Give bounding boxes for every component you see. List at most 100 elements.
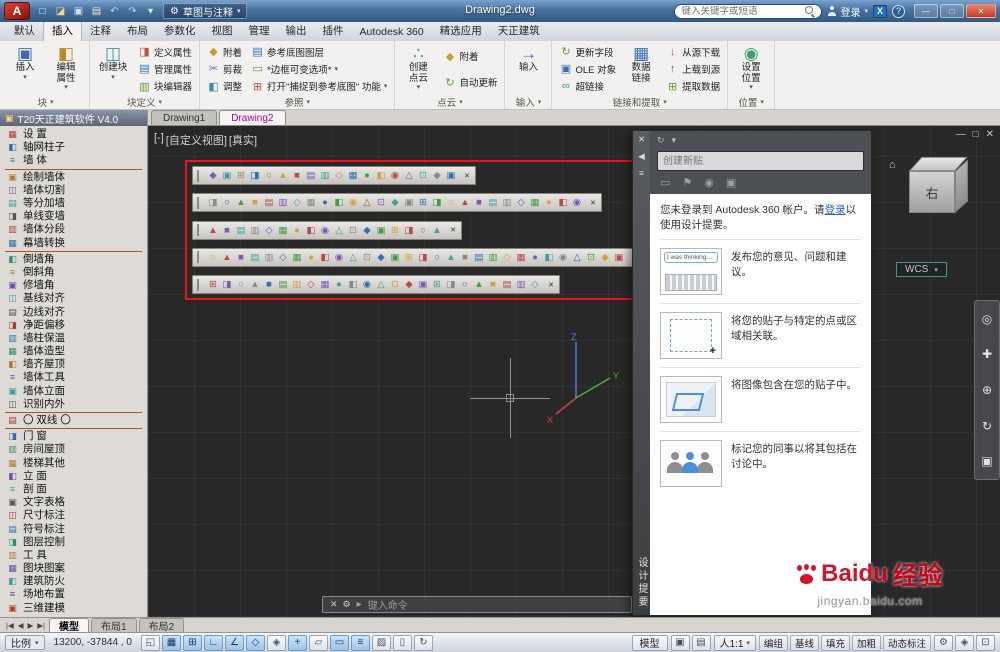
- ribbon-button[interactable]: ▤参考底图图层: [249, 43, 389, 60]
- showmotion-icon[interactable]: ▣: [981, 454, 992, 468]
- cad-tool-button[interactable]: ◇: [528, 277, 542, 292]
- sidebar-item[interactable]: ◨净距偏移: [0, 319, 147, 332]
- ribbon-tab[interactable]: 注释: [82, 20, 119, 41]
- toolbar-close-icon[interactable]: ✕: [447, 224, 459, 236]
- cad-tool-button[interactable]: ◧: [318, 250, 332, 265]
- cad-tool-button[interactable]: ▣: [402, 195, 416, 210]
- cad-tool-button[interactable]: ⊡: [388, 277, 402, 292]
- sidebar-item[interactable]: ≡倒斜角: [0, 266, 147, 279]
- help-icon[interactable]: ?: [892, 5, 905, 18]
- layout-tab[interactable]: 布局1: [91, 618, 137, 632]
- cad-tool-button[interactable]: ▲: [430, 223, 444, 238]
- cad-tool-button[interactable]: ◧: [556, 195, 570, 210]
- sidebar-item[interactable]: ◨门 窗: [0, 430, 147, 443]
- cad-tool-button[interactable]: ◆: [388, 195, 402, 210]
- sidebar-item[interactable]: ≡剖 面: [0, 483, 147, 496]
- plot-icon[interactable]: ▤: [88, 3, 105, 19]
- cad-tool-button[interactable]: ▲: [248, 277, 262, 292]
- ribbon-button[interactable]: ⊞打开"捕捉到参考底图" 功能▾: [249, 78, 389, 95]
- ribbon-button[interactable]: →输入: [510, 43, 546, 95]
- clean-screen-icon[interactable]: ⊡: [976, 635, 995, 651]
- ribbon-button[interactable]: ▣插入▾: [7, 43, 43, 95]
- pin-location-icon[interactable]: ⚑: [682, 176, 692, 189]
- grid-display-toggle[interactable]: ⊞: [183, 635, 202, 651]
- ortho-mode-toggle[interactable]: ∟: [204, 635, 223, 651]
- ribbon-tab[interactable]: 输出: [278, 20, 315, 41]
- exchange-apps-icon[interactable]: X: [873, 5, 887, 18]
- undo-icon[interactable]: ↶: [106, 3, 123, 19]
- cad-tool-button[interactable]: ▲: [276, 168, 290, 183]
- cad-tool-button[interactable]: ◇: [514, 195, 528, 210]
- cad-tool-button[interactable]: ▥: [318, 168, 332, 183]
- cad-tool-button[interactable]: ▤: [500, 277, 514, 292]
- cad-tool-button[interactable]: ◨: [416, 250, 430, 265]
- t20-toggle[interactable]: 动态标注: [883, 635, 931, 651]
- viewport-control[interactable]: [真实]: [229, 132, 257, 148]
- cad-tool-button[interactable]: ◧: [304, 223, 318, 238]
- cad-tool-button[interactable]: ■: [220, 223, 234, 238]
- t20-toggle[interactable]: 编组: [759, 635, 788, 651]
- sidebar-item[interactable]: ◫基线对齐: [0, 292, 147, 305]
- ribbon-panel-label[interactable]: 位置▾: [731, 95, 771, 109]
- ribbon-button[interactable]: ▥块编辑器: [136, 78, 194, 95]
- cad-tool-button[interactable]: ▲: [444, 250, 458, 265]
- ribbon-button[interactable]: ↻自动更新: [441, 74, 499, 91]
- sidebar-item[interactable]: ◧建筑防火: [0, 575, 147, 588]
- cad-tool-button[interactable]: △: [360, 195, 374, 210]
- cad-tool-button[interactable]: ●: [332, 277, 346, 292]
- sidebar-titlebar[interactable]: ▣ T20天正建筑软件 V4.0: [0, 110, 147, 126]
- cad-tool-button[interactable]: ●: [304, 250, 318, 265]
- sidebar-item[interactable]: ▦墙体造型: [0, 345, 147, 358]
- cad-tool-button[interactable]: ○: [262, 168, 276, 183]
- sign-in-button[interactable]: 登录 ▾: [827, 4, 868, 19]
- cad-tool-button[interactable]: ▥: [514, 277, 528, 292]
- model-space-button[interactable]: 模型: [632, 635, 668, 651]
- cad-tool-button[interactable]: ⊞: [416, 195, 430, 210]
- quick-properties-toggle[interactable]: ▯: [393, 635, 412, 651]
- sidebar-item[interactable]: ≡墙体工具: [0, 371, 147, 384]
- cad-tool-button[interactable]: ▤: [262, 195, 276, 210]
- t20-toggle[interactable]: 加粗: [852, 635, 881, 651]
- t20-toggle[interactable]: 填充: [821, 635, 850, 651]
- cad-tool-button[interactable]: ⊡: [346, 223, 360, 238]
- cad-tool-button[interactable]: ○: [220, 195, 234, 210]
- sidebar-item[interactable]: ▦幕墙转换: [0, 237, 147, 250]
- sidebar-item[interactable]: ◧立 面: [0, 470, 147, 483]
- cad-tool-button[interactable]: ◆: [360, 223, 374, 238]
- layout-tab[interactable]: 模型: [49, 618, 89, 632]
- ribbon-button[interactable]: ↑上载到源: [664, 60, 722, 77]
- sidebar-item[interactable]: ▣绘制墙体: [0, 171, 147, 184]
- orbit-icon[interactable]: ↻: [982, 419, 992, 433]
- ribbon-tab[interactable]: 管理: [241, 20, 278, 41]
- cad-tool-button[interactable]: ▣: [444, 168, 458, 183]
- toolbar-grip[interactable]: [197, 279, 202, 291]
- workspace-gear-icon[interactable]: ⚙: [934, 635, 953, 651]
- doc-close-icon[interactable]: ✕: [986, 129, 994, 140]
- cad-tool-button[interactable]: △: [332, 223, 346, 238]
- doc-restore-icon[interactable]: □: [973, 129, 979, 140]
- ribbon-panel-label[interactable]: 输入▾: [508, 95, 548, 109]
- transparency-toggle[interactable]: ▨: [372, 635, 391, 651]
- ribbon-tab[interactable]: Autodesk 360: [352, 23, 432, 41]
- ribbon-button[interactable]: ↓从源下载: [664, 43, 722, 60]
- sidebar-item[interactable]: ▣文字表格: [0, 496, 147, 509]
- sidebar-item[interactable]: ▣修墙角: [0, 279, 147, 292]
- cad-tool-button[interactable]: ▲: [220, 250, 234, 265]
- help-search[interactable]: [674, 4, 822, 19]
- sidebar-item[interactable]: ▦设 置: [0, 128, 147, 141]
- cad-tool-button[interactable]: ◉: [556, 250, 570, 265]
- selection-cycling-toggle[interactable]: ↻: [414, 635, 433, 651]
- cad-tool-button[interactable]: ▣: [220, 168, 234, 183]
- cad-tool-button[interactable]: ⊞: [234, 168, 248, 183]
- cad-tool-button[interactable]: ■: [234, 250, 248, 265]
- sidebar-item[interactable]: ▤符号标注: [0, 522, 147, 535]
- sidebar-item[interactable]: ▥墙柱保温: [0, 332, 147, 345]
- viewcube-face[interactable]: 右: [909, 171, 955, 213]
- sidebar-item[interactable]: ▤〇 双线 〇: [0, 414, 147, 427]
- close-button[interactable]: ✕: [966, 4, 996, 18]
- cad-tool-button[interactable]: ●: [318, 195, 332, 210]
- save-icon[interactable]: ▣: [70, 3, 87, 19]
- cad-tool-button[interactable]: ▣: [416, 277, 430, 292]
- cad-tool-button[interactable]: ⊡: [584, 250, 598, 265]
- cad-tool-button[interactable]: ●: [360, 168, 374, 183]
